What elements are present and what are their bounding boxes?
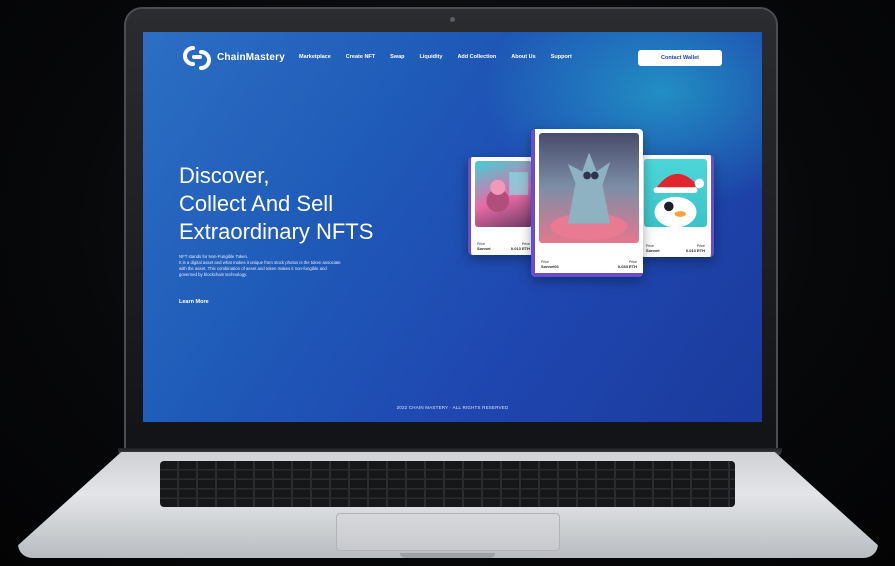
- nft-price-value: 0.033 ETH: [617, 264, 637, 269]
- nft-price: Price 0.013 ETH: [686, 244, 705, 253]
- nav-item-about-us[interactable]: About Us: [511, 54, 535, 60]
- laptop-trackpad: [336, 513, 560, 551]
- nft-price: Price 0.013 ETH: [511, 242, 530, 251]
- nav-item-create-nft[interactable]: Create NFT: [346, 54, 375, 60]
- creature-art-icon: [550, 152, 628, 240]
- nft-price-value: 0.013 ETH: [685, 248, 705, 253]
- nft-card-left[interactable]: Price Sonnet Price 0.013 ETH: [468, 157, 536, 255]
- nav-item-support[interactable]: Support: [551, 54, 572, 60]
- nft-price-value: 0.013 ETH: [510, 246, 530, 251]
- avatar-art-icon: [486, 172, 529, 213]
- hero-desc-line-4: governed by blockchain technology.: [179, 272, 247, 277]
- hero-description: NFT stands for Non-Fungible Token. It is…: [179, 254, 441, 278]
- camera-icon: [450, 17, 455, 22]
- nav-item-marketplace[interactable]: Marketplace: [299, 54, 331, 60]
- penguin-art-icon: [653, 173, 705, 227]
- nav-item-swap[interactable]: Swap: [390, 54, 404, 60]
- laptop-front-notch: [400, 553, 495, 558]
- hero-title: Discover, Collect And Sell Extraordinary…: [179, 162, 373, 246]
- nft-image: [475, 161, 532, 227]
- chain-logo-icon: [183, 46, 211, 70]
- hero-title-line-2: Collect And Sell: [179, 191, 334, 216]
- website-screen: ChainMastery Marketplace Create NFT Swap…: [143, 32, 762, 422]
- hero-title-line-3: Extraordinary NFTS: [179, 219, 374, 244]
- laptop-keyboard: [160, 461, 735, 507]
- brand-name: ChainMastery: [217, 51, 285, 63]
- learn-more-link[interactable]: Learn More: [179, 299, 209, 305]
- nav-item-liquidity[interactable]: Liquidity: [420, 54, 443, 60]
- main-nav: Marketplace Create NFT Swap Liquidity Ad…: [299, 54, 572, 60]
- nft-image: [644, 159, 707, 227]
- nft-card-center[interactable]: Price Sonnet01 Price 0.033 ETH: [531, 129, 643, 277]
- footer-copyright: 2022 CHAIN MASTERY · ALL RIGHTS RESERVED: [396, 405, 509, 410]
- brand-logo[interactable]: ChainMastery: [183, 44, 285, 70]
- nft-image: [539, 133, 639, 243]
- nft-price: Price 0.033 ETH: [618, 260, 637, 269]
- nft-card-right[interactable]: Price Sonnet Price 0.013 ETH: [640, 155, 714, 257]
- contact-wallet-button[interactable]: Contact Wallet: [638, 50, 722, 66]
- nav-item-add-collection[interactable]: Add Collection: [457, 54, 496, 60]
- hero-title-line-1: Discover,: [179, 163, 270, 188]
